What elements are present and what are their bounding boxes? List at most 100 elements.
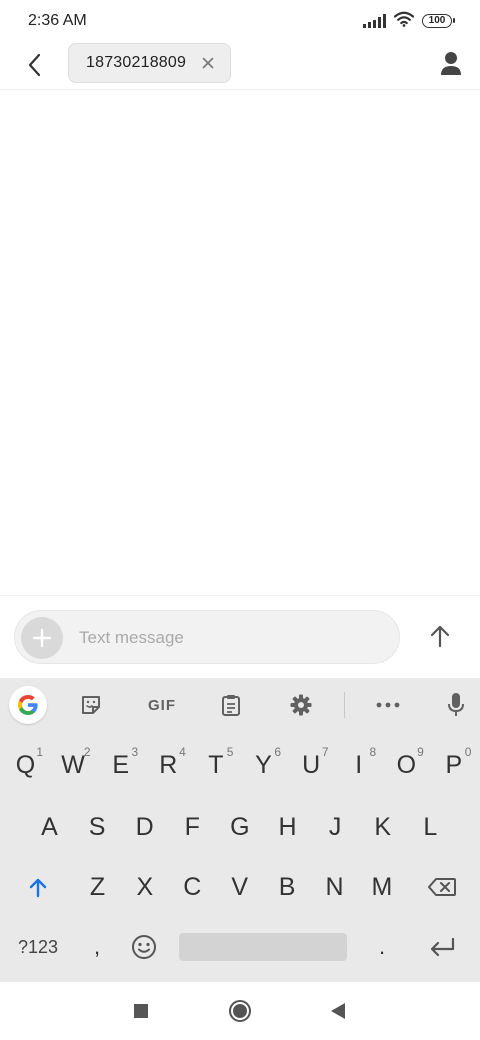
key-number-hint: 0 [464,745,472,759]
triangle-back-icon [331,1003,345,1019]
add-attachment-button[interactable] [21,617,63,659]
key-f[interactable]: F [169,804,216,850]
clipboard-button[interactable] [211,686,251,724]
key-t[interactable]: T5 [192,742,239,788]
gif-label: GIF [148,696,176,714]
message-input[interactable] [79,623,379,653]
person-icon [441,52,461,75]
back-button[interactable] [18,48,52,82]
battery-icon: 100 [422,14,455,28]
google-search-button[interactable] [9,686,47,724]
system-navigation-bar [0,982,480,1040]
square-icon [134,1004,148,1018]
key-w[interactable]: W2 [50,742,97,788]
circle-icon [229,1000,251,1022]
key-label: Q [15,750,36,779]
key-label: I [355,750,363,779]
key-label: R [159,750,178,779]
backspace-icon [428,878,456,896]
key-number-hint: 7 [321,745,329,759]
key-n[interactable]: N [311,864,358,910]
recipient-number: 18730218809 [86,54,187,71]
key-l[interactable]: L [407,804,454,850]
backspace-key[interactable] [418,864,466,910]
period-key[interactable]: . [362,924,402,970]
more-horizontal-icon [376,702,400,708]
shift-arrow-icon [29,878,47,898]
conversation-header: 18730218809 [0,42,480,90]
key-a[interactable]: A [26,804,73,850]
symbols-key[interactable]: ?123 [8,924,68,970]
chevron-left-icon [28,53,41,77]
contact-button[interactable] [436,49,466,79]
status-bar: 2:36 AM 100 [0,0,480,42]
key-c[interactable]: C [169,864,216,910]
key-label: P [445,750,463,779]
sticker-icon [82,696,100,714]
signal-icon [363,14,386,28]
enter-key[interactable] [418,924,466,970]
arrow-up-icon [430,625,450,648]
recents-button[interactable] [126,996,156,1026]
key-h[interactable]: H [264,804,311,850]
soft-keyboard: G I F Q 1 W 2 E 3 R 4 T 5 Y 6 U 7 I 8 O 9 … [0,678,480,982]
close-icon[interactable] [200,55,216,71]
key-j[interactable]: J [312,804,359,850]
back-nav-button[interactable] [323,996,353,1026]
key-y[interactable]: Y6 [240,742,287,788]
key-label: O [396,750,417,779]
key-v[interactable]: V [216,864,263,910]
wifi-icon [393,11,415,32]
gear-icon [290,694,312,716]
key-label: Y [255,750,272,779]
compose-bar [0,595,480,678]
voice-input-button[interactable] [436,686,476,724]
key-label: E [112,750,130,779]
key-u[interactable]: U7 [288,742,335,788]
key-m[interactable]: M [358,864,405,910]
more-options-button[interactable] [368,686,408,724]
key-label: U [302,750,321,779]
home-button[interactable] [225,996,255,1026]
key-label: T [208,750,224,779]
clipboard-icon [222,695,240,716]
enter-icon [430,937,455,957]
sticker-button[interactable] [71,686,111,724]
key-number-hint: 9 [417,745,424,759]
key-d[interactable]: D [121,804,168,850]
send-button[interactable] [422,618,458,654]
gif-button[interactable]: GIF [140,686,184,724]
key-i[interactable]: I8 [335,742,382,788]
key-number-hint: 8 [369,745,377,759]
keyboard-toolbar: GIF [0,678,480,732]
toolbar-divider [344,692,345,718]
key-k[interactable]: K [359,804,406,850]
key-r[interactable]: R4 [145,742,192,788]
emoji-key[interactable] [124,924,164,970]
shift-key[interactable] [14,864,62,910]
key-number-hint: 2 [83,745,91,759]
key-e[interactable]: E3 [97,742,144,788]
keyboard-settings-button[interactable] [281,686,321,724]
key-number-hint: 4 [179,745,186,759]
key-q[interactable]: Q1 [2,742,49,788]
key-g[interactable]: G [216,804,263,850]
status-time: 2:36 AM [28,12,87,29]
plus-icon [32,628,52,648]
key-number-hint: 5 [226,745,234,759]
key-x[interactable]: X [121,864,168,910]
key-b[interactable]: B [264,864,311,910]
comma-key[interactable]: , [77,924,117,970]
compose-field [14,610,400,664]
key-number-hint: 3 [131,745,139,759]
recipient-chip[interactable]: 18730218809 [68,43,231,83]
key-label: W [61,750,85,779]
key-o[interactable]: O9 [383,742,430,788]
space-key[interactable] [179,933,347,961]
key-z[interactable]: Z [74,864,121,910]
key-s[interactable]: S [74,804,121,850]
message-thread-area [0,91,480,595]
key-number-hint: 1 [36,745,43,759]
key-p[interactable]: P0 [430,742,477,788]
microphone-icon [448,693,464,716]
